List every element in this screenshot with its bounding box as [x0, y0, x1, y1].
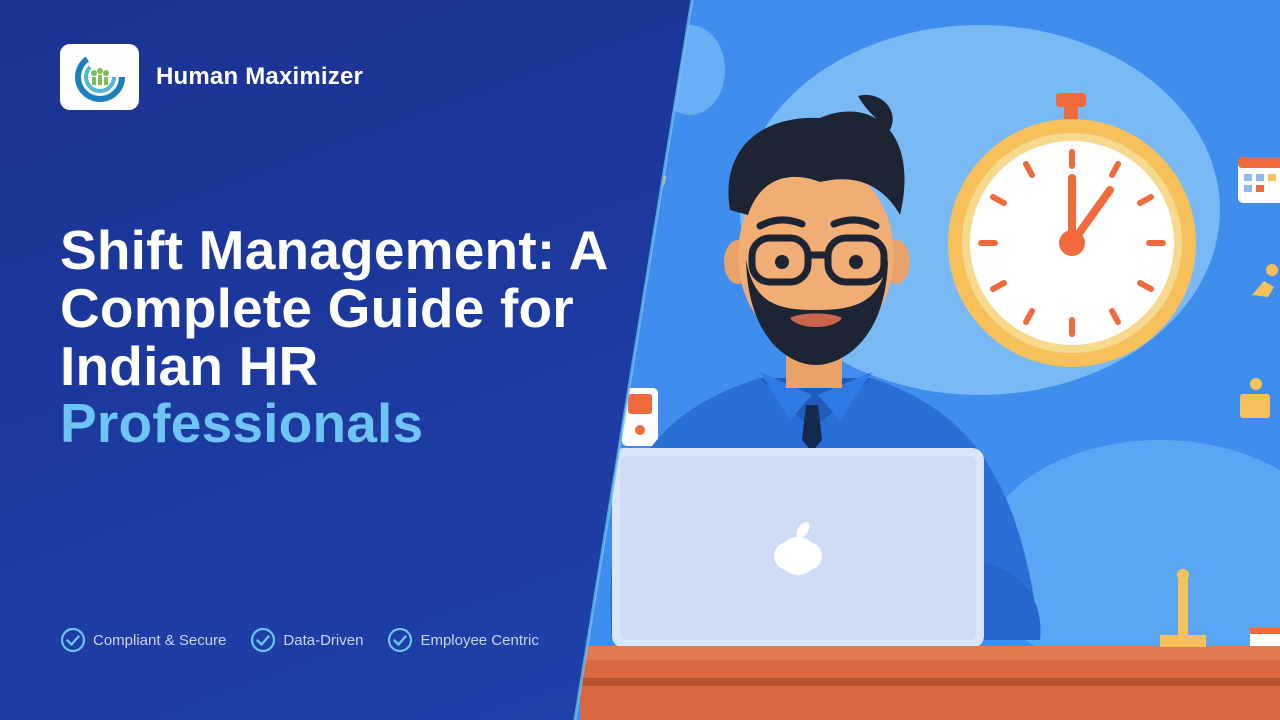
feature-list: Compliant & Secure Data-Driven Employee … [60, 627, 539, 653]
brand-name[interactable]: Human Maximizer [156, 63, 363, 91]
feature-label: Compliant & Secure [93, 631, 227, 649]
title-accent-line: Professionals [60, 392, 424, 455]
feature-label: Employee Centric [420, 631, 539, 649]
feature-item: Data-Driven [250, 627, 363, 653]
laptop-icon [612, 448, 984, 648]
feature-item: Compliant & Secure [60, 627, 226, 653]
running-person-icon [1252, 264, 1278, 297]
check-circle-icon [388, 627, 413, 653]
feature-item: Employee Centric [387, 627, 539, 653]
title-line-2: Complete Guide for [60, 276, 574, 339]
feature-label: Data-Driven [283, 631, 364, 649]
person-icon [1240, 378, 1270, 418]
human-maximizer-logo-icon[interactable] [60, 44, 139, 110]
calendar-icon [1238, 157, 1280, 203]
check-circle-icon [60, 627, 86, 653]
brand-header: Human Maximizer [60, 44, 363, 110]
title-line-1: Shift Management: A [60, 219, 609, 281]
page-title: Shift Management: A Complete Guide for I… [60, 219, 680, 455]
check-circle-icon [251, 627, 276, 653]
title-line-3: Indian HR [60, 334, 319, 397]
